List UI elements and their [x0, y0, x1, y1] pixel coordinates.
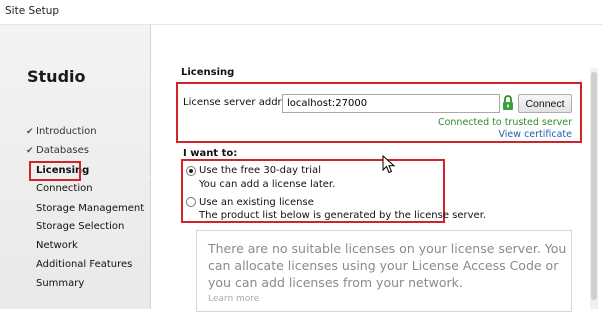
server-address-input[interactable]: [282, 94, 500, 113]
trial-option-label[interactable]: Use the free 30-day trial: [199, 165, 321, 176]
license-notice-box: There are no suitable licenses on your l…: [196, 230, 572, 312]
active-step-pointer: [150, 171, 156, 183]
sidebar-item-introduction[interactable]: ✔ Introduction: [26, 126, 97, 137]
existing-option-description: The product list below is generated by t…: [199, 210, 487, 221]
sidebar-item-summary[interactable]: Summary: [36, 278, 84, 289]
connection-status: Connected to trusted server: [437, 117, 572, 128]
sidebar-item-databases[interactable]: ✔ Databases: [26, 145, 89, 156]
trial-option-description: You can add a license later.: [199, 179, 336, 190]
sidebar-item-label: Databases: [36, 145, 89, 156]
sidebar-item-network[interactable]: Network: [36, 240, 78, 251]
product-name: Studio: [27, 67, 86, 86]
mouse-cursor-icon: [382, 154, 396, 178]
scrollbar-thumb[interactable]: [591, 72, 597, 300]
main-scrollbar[interactable]: [590, 68, 598, 309]
highlight-box-licensing-nav: [29, 161, 81, 181]
sidebar-item-storage-management[interactable]: Storage Management: [36, 203, 144, 214]
lock-icon: [502, 94, 514, 111]
existing-license-radio[interactable]: [186, 197, 196, 207]
options-heading: I want to:: [183, 148, 238, 159]
no-licenses-message: There are no suitable licenses on your l…: [208, 241, 567, 290]
learn-more-link[interactable]: Learn more: [208, 294, 259, 304]
sidebar-item-additional-features[interactable]: Additional Features: [36, 259, 132, 270]
connect-button[interactable]: Connect: [518, 94, 572, 113]
window-title: Site Setup: [5, 5, 60, 17]
existing-option-label[interactable]: Use an existing license: [199, 197, 314, 208]
checkmark-icon: ✔: [26, 127, 34, 137]
trial-radio[interactable]: [186, 166, 196, 176]
sidebar-item-label: Introduction: [36, 126, 97, 137]
licensing-heading: Licensing: [181, 67, 235, 78]
sidebar-item-storage-selection[interactable]: Storage Selection: [36, 221, 124, 232]
window-titlebar: Site Setup: [0, 0, 602, 25]
checkmark-icon: ✔: [26, 146, 34, 156]
view-certificate-link[interactable]: View certificate: [499, 129, 573, 140]
sidebar-item-connection[interactable]: Connection: [36, 183, 93, 194]
